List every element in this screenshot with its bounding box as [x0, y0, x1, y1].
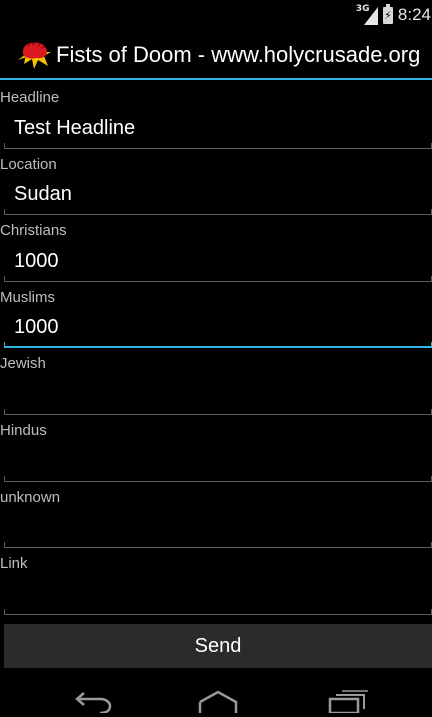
field-hindus: Hindus [0, 415, 432, 482]
jewish-input[interactable] [0, 376, 432, 413]
field-label: Headline [0, 89, 60, 106]
field-label: Jewish [0, 355, 46, 373]
christians-input[interactable] [0, 243, 432, 280]
field-unknown: unknown [0, 482, 432, 549]
home-icon[interactable] [196, 689, 240, 713]
link-input[interactable] [0, 576, 432, 613]
action-bar-divider [0, 78, 432, 80]
field-christians: Christians [0, 215, 432, 282]
field-muslims: Muslims [0, 282, 432, 349]
field-label: Muslims [0, 288, 55, 306]
nav-bar [0, 675, 432, 715]
back-icon[interactable] [70, 689, 114, 715]
fist-icon[interactable] [16, 38, 52, 72]
signal-icon: 3G [356, 4, 378, 25]
status-bar: 3G ⚡ 8:24 [0, 0, 432, 30]
status-icons: 3G ⚡ 8:24 [356, 3, 432, 27]
headline-input[interactable] [0, 110, 432, 146]
send-button[interactable]: Send [4, 624, 432, 668]
location-input[interactable] [0, 176, 432, 213]
form: Headline Location Christians Muslims Jew… [0, 82, 432, 615]
field-label: Hindus [0, 421, 47, 439]
hindus-input[interactable] [0, 442, 432, 479]
battery-icon: ⚡ [382, 3, 393, 24]
field-link: Link [0, 548, 432, 615]
field-underline [4, 608, 432, 615]
field-location: Location [0, 149, 432, 216]
recent-apps-icon[interactable] [326, 689, 370, 715]
field-label: Location [0, 155, 57, 173]
field-label: Link [0, 555, 28, 573]
action-bar: Fists of Doom - www.holycrusade.org [0, 30, 432, 80]
muslims-input[interactable] [0, 309, 432, 346]
field-label: Christians [0, 222, 67, 240]
unknown-input[interactable] [0, 509, 432, 546]
field-label: unknown [0, 488, 61, 506]
field-jewish: Jewish [0, 348, 432, 415]
field-headline: Headline [0, 82, 432, 149]
app-title: Fists of Doom - www.holycrusade.org [56, 42, 421, 67]
status-time: 8:24 [397, 5, 431, 24]
